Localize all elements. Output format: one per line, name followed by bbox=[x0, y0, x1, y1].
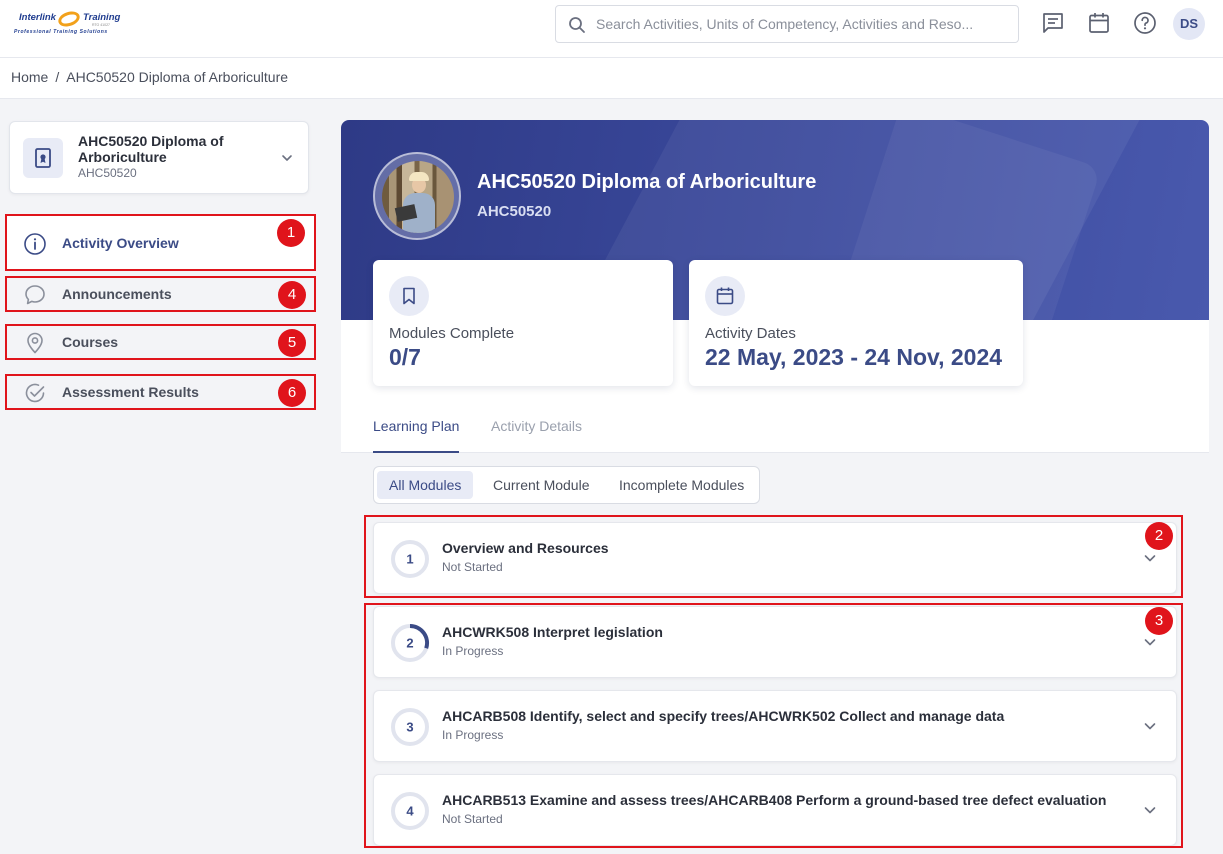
breadcrumb-bar: Home / AHC50520 Diploma of Arboriculture bbox=[0, 58, 1223, 99]
breadcrumb-separator: / bbox=[55, 69, 60, 85]
tab-learning-plan[interactable]: Learning Plan bbox=[373, 418, 459, 434]
stat-card-modules-complete: Modules Complete 0/7 bbox=[373, 260, 673, 386]
annotation-box-modules-2: 3 bbox=[364, 603, 1183, 848]
module-filter: All Modules Current Module Incomplete Mo… bbox=[373, 466, 760, 504]
annotation-badge: 4 bbox=[278, 281, 306, 309]
sidebar-item-courses[interactable]: Courses 5 bbox=[5, 324, 316, 360]
help-icon[interactable] bbox=[1133, 11, 1157, 35]
tab-activity-details[interactable]: Activity Details bbox=[491, 418, 582, 434]
stat-label: Modules Complete bbox=[389, 325, 515, 342]
activity-tabs: Learning Plan Activity Details bbox=[341, 410, 1209, 453]
user-avatar[interactable]: DS bbox=[1173, 8, 1205, 40]
search-box[interactable] bbox=[555, 5, 1019, 43]
sidebar-item-announcements[interactable]: Announcements 4 bbox=[5, 276, 316, 312]
logo-rto: RTO 41027 bbox=[92, 23, 110, 27]
course-selector[interactable]: AHC50520 Diploma of Arboriculture AHC505… bbox=[9, 121, 309, 194]
course-photo-ring bbox=[373, 152, 461, 240]
bookmark-icon-tile bbox=[389, 276, 429, 316]
stat-value: 22 May, 2023 - 24 Nov, 2024 bbox=[705, 344, 1003, 370]
chat-icon bbox=[25, 285, 45, 305]
search-icon bbox=[569, 17, 585, 33]
sidebar-item-label: Courses bbox=[62, 334, 119, 350]
location-pin-icon bbox=[27, 332, 43, 354]
top-bar: Interlink Training RTO 41027 Professiona… bbox=[0, 0, 1223, 58]
filter-incomplete-modules[interactable]: Incomplete Modules bbox=[607, 471, 756, 499]
annotation-badge: 3 bbox=[1145, 607, 1173, 635]
chevron-down-icon bbox=[282, 155, 292, 161]
sidebar-item-assessment-results[interactable]: Assessment Results 6 bbox=[5, 374, 316, 410]
stat-value: 0/7 bbox=[389, 344, 421, 370]
sidebar-item-label: Announcements bbox=[62, 286, 172, 302]
sidebar-item-activity-overview[interactable]: Activity Overview 1 bbox=[5, 214, 316, 271]
stat-label: Activity Dates bbox=[705, 325, 796, 342]
hero-code: AHC50520 bbox=[477, 203, 552, 220]
course-code: AHC50520 bbox=[78, 166, 137, 180]
logo-line1-left: Interlink bbox=[19, 12, 56, 23]
course-photo bbox=[382, 161, 454, 233]
interlink-training-logo[interactable]: Interlink Training RTO 41027 Professiona… bbox=[14, 8, 130, 40]
logo-swoosh-icon bbox=[56, 8, 82, 30]
breadcrumb-home-link[interactable]: Home bbox=[11, 69, 48, 85]
search-input[interactable] bbox=[596, 14, 1006, 34]
hero-title: AHC50520 Diploma of Arboriculture bbox=[477, 171, 817, 193]
certificate-icon-tile bbox=[23, 138, 63, 178]
course-title: AHC50520 Diploma of Arboriculture bbox=[78, 133, 224, 165]
calendar-icon bbox=[716, 287, 734, 305]
calendar-icon-tile bbox=[705, 276, 745, 316]
breadcrumb: Home / AHC50520 Diploma of Arboriculture bbox=[11, 69, 288, 85]
stat-card-activity-dates: Activity Dates 22 May, 2023 - 24 Nov, 20… bbox=[689, 260, 1023, 386]
info-icon bbox=[24, 233, 46, 255]
photo-person-hat bbox=[409, 172, 429, 181]
filter-all-modules[interactable]: All Modules bbox=[377, 471, 474, 499]
logo-text: Interlink Training bbox=[19, 12, 120, 23]
annotation-badge: 2 bbox=[1145, 522, 1173, 550]
annotation-badge: 5 bbox=[278, 329, 306, 357]
sidebar-item-label: Activity Overview bbox=[62, 235, 179, 251]
filter-current-module[interactable]: Current Module bbox=[481, 471, 602, 499]
messages-icon[interactable] bbox=[1041, 11, 1065, 35]
calendar-icon[interactable] bbox=[1087, 11, 1111, 35]
sidebar-item-label: Assessment Results bbox=[62, 384, 199, 400]
breadcrumb-current: AHC50520 Diploma of Arboriculture bbox=[66, 69, 289, 85]
check-circle-icon bbox=[25, 383, 45, 403]
certificate-icon bbox=[35, 148, 51, 168]
logo-tagline: Professional Training Solutions bbox=[14, 29, 108, 35]
logo-line1-right: Training bbox=[83, 12, 121, 23]
bookmark-icon bbox=[403, 287, 415, 305]
annotation-box-modules-1: 2 bbox=[364, 515, 1183, 598]
annotation-badge: 1 bbox=[277, 219, 305, 247]
annotation-badge: 6 bbox=[278, 379, 306, 407]
